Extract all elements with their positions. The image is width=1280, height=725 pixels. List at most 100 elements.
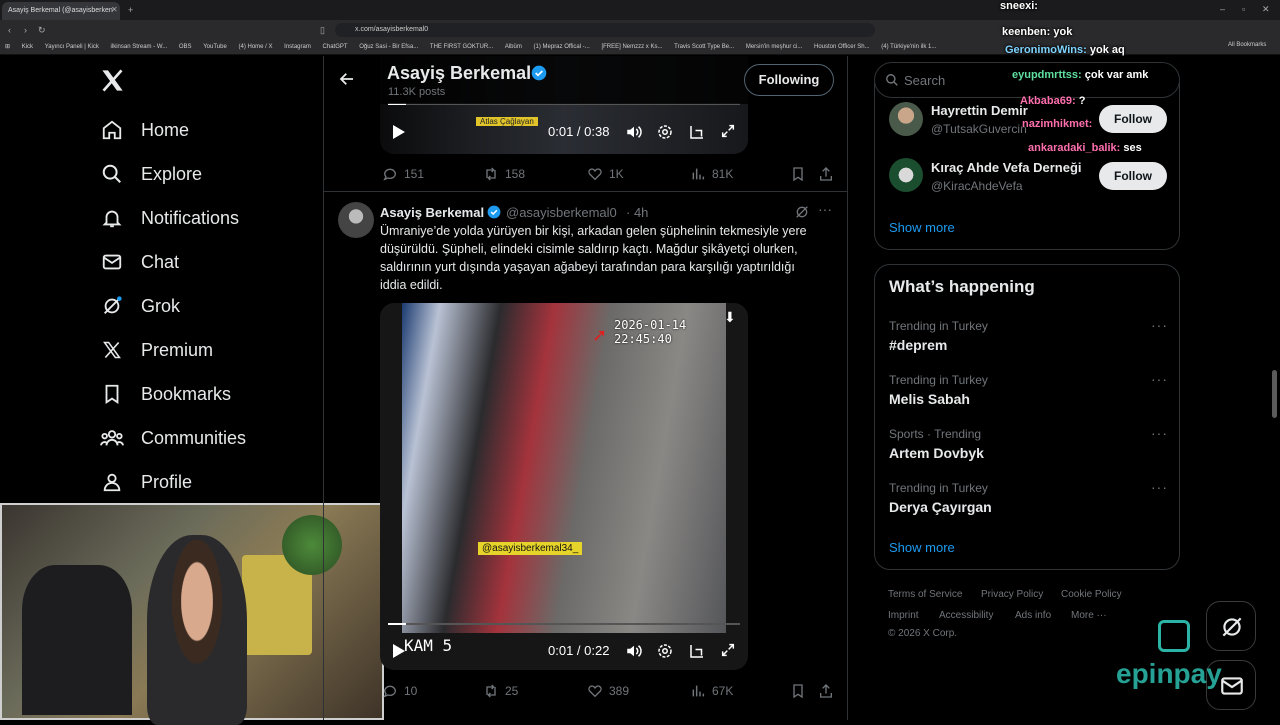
more-options-icon[interactable]: ··· bbox=[818, 201, 832, 217]
pip-icon[interactable] bbox=[688, 642, 706, 663]
trend-item[interactable]: Sports · Trending Artem Dovbyk bbox=[889, 427, 1159, 461]
settings-icon[interactable] bbox=[656, 123, 674, 144]
play-icon[interactable] bbox=[392, 124, 406, 143]
nav-bookmarks[interactable]: Bookmarks bbox=[100, 380, 231, 408]
bookmark-item[interactable]: ilkinsan Stream - W... bbox=[111, 40, 168, 54]
url-input[interactable]: x.com/asayisberkemal0 bbox=[335, 23, 875, 37]
browser-tab[interactable]: Asayiş Berkemal (@asayisberken bbox=[2, 2, 120, 20]
bookmark-item[interactable]: Houston Officer Sh... bbox=[814, 40, 870, 54]
share-icon[interactable] bbox=[818, 166, 834, 187]
bookmark-item[interactable]: (1) Mepraz Offical -... bbox=[534, 40, 590, 54]
bookmark-item[interactable]: ChatGPT bbox=[323, 40, 348, 54]
scrollbar-thumb[interactable] bbox=[1272, 370, 1277, 418]
user-name[interactable]: Hayrettin Demir bbox=[931, 103, 1028, 118]
bookmark-item[interactable]: Travis Scott Type Be... bbox=[674, 40, 734, 54]
avatar[interactable] bbox=[889, 102, 923, 136]
reply-button[interactable]: 151 bbox=[382, 166, 424, 182]
follow-button[interactable]: Follow bbox=[1099, 105, 1167, 133]
bookmark-icon[interactable] bbox=[790, 166, 806, 187]
nav-grok[interactable]: Grok bbox=[100, 292, 180, 320]
bookmark-item[interactable]: Albüm bbox=[505, 40, 522, 54]
avatar[interactable] bbox=[889, 158, 923, 192]
grok-float-button[interactable] bbox=[1206, 601, 1256, 651]
user-handle[interactable]: @TutsakGuvercin bbox=[931, 122, 1027, 136]
show-more-link[interactable]: Show more bbox=[889, 540, 955, 555]
following-button[interactable]: Following bbox=[744, 64, 834, 96]
nav-profile[interactable]: Profile bbox=[100, 468, 192, 496]
avatar[interactable] bbox=[338, 202, 374, 238]
settings-icon[interactable] bbox=[656, 642, 674, 663]
volume-icon[interactable] bbox=[625, 642, 643, 663]
video-player[interactable]: 2026-01-14 22:45:40 ➚ @asayisberkemal34_… bbox=[380, 303, 748, 670]
back-icon[interactable]: ‹ bbox=[8, 23, 11, 37]
share-icon[interactable] bbox=[818, 683, 834, 704]
views-button[interactable]: 81K bbox=[690, 166, 733, 182]
apps-icon[interactable]: ⊞ bbox=[5, 40, 10, 54]
more-options-icon[interactable]: ··· bbox=[1151, 317, 1168, 333]
play-icon[interactable] bbox=[392, 643, 406, 662]
reload-icon[interactable]: ↻ bbox=[38, 23, 46, 37]
sidebar-icon[interactable]: ▯ bbox=[320, 23, 325, 37]
tweet-time[interactable]: · 4h bbox=[626, 205, 648, 220]
footer-link[interactable]: More ··· bbox=[1071, 610, 1107, 621]
back-arrow-icon[interactable] bbox=[338, 70, 356, 93]
bookmark-item[interactable]: YouTube bbox=[203, 40, 227, 54]
bookmark-item[interactable]: (4) Türkiye'nin ilk 1... bbox=[881, 40, 936, 54]
all-bookmarks[interactable]: All Bookmarks bbox=[1228, 42, 1266, 48]
nav-communities[interactable]: Communities bbox=[100, 424, 246, 452]
bookmark-item[interactable]: OBS bbox=[179, 40, 192, 54]
video-progress-track[interactable] bbox=[388, 623, 740, 625]
repost-button[interactable]: 158 bbox=[483, 166, 525, 182]
footer-link[interactable]: Cookie Policy bbox=[1061, 589, 1122, 600]
forward-icon[interactable]: › bbox=[24, 23, 27, 37]
bookmark-item[interactable]: Mersin'in meşhur ci... bbox=[746, 40, 803, 54]
user-name[interactable]: Kıraç Ahde Vefa Derneği bbox=[931, 160, 1082, 175]
trend-item[interactable]: Trending in Turkey Derya Çayırgan bbox=[889, 481, 1159, 515]
nav-home[interactable]: Home bbox=[100, 116, 189, 144]
fullscreen-icon[interactable] bbox=[720, 123, 736, 142]
pip-icon[interactable] bbox=[688, 123, 706, 144]
footer-link[interactable]: Ads info bbox=[1015, 610, 1051, 621]
tweet-handle[interactable]: @asayisberkemal0 bbox=[506, 205, 617, 220]
maximize-icon[interactable]: ▫ bbox=[1242, 2, 1245, 16]
x-logo-icon[interactable] bbox=[99, 67, 126, 99]
nav-notifications[interactable]: Notifications bbox=[100, 204, 239, 232]
new-tab-icon[interactable]: + bbox=[128, 3, 133, 17]
bookmark-item[interactable]: Oğuz Sasi - Bir Efsa... bbox=[359, 40, 418, 54]
volume-icon[interactable] bbox=[625, 123, 643, 144]
show-more-link[interactable]: Show more bbox=[889, 220, 955, 235]
minimize-icon[interactable]: – bbox=[1220, 2, 1225, 16]
tweet-author-name[interactable]: Asayiş Berkemal bbox=[380, 205, 484, 220]
bookmark-icon[interactable] bbox=[790, 683, 806, 704]
user-handle[interactable]: @KiracAhdeVefa bbox=[931, 179, 1023, 193]
like-button[interactable]: 1K bbox=[587, 166, 624, 182]
nav-premium[interactable]: Premium bbox=[100, 336, 213, 364]
repost-button[interactable]: 25 bbox=[483, 683, 518, 699]
bookmark-item[interactable]: Kick bbox=[22, 40, 33, 54]
more-options-icon[interactable]: ··· bbox=[1151, 479, 1168, 495]
footer-link[interactable]: Imprint bbox=[888, 610, 919, 621]
like-button[interactable]: 389 bbox=[587, 683, 629, 699]
close-tab-icon[interactable]: ✕ bbox=[111, 3, 118, 17]
fullscreen-icon[interactable] bbox=[720, 642, 736, 661]
download-icon[interactable]: ⬇ bbox=[724, 309, 736, 326]
footer-link[interactable]: Privacy Policy bbox=[981, 589, 1043, 600]
more-options-icon[interactable]: ··· bbox=[1151, 371, 1168, 387]
bookmark-item[interactable]: THE FIRST GOKTUR... bbox=[430, 40, 493, 54]
bookmark-item[interactable]: [FREE] Nemzzz x Ks... bbox=[601, 40, 662, 54]
views-button[interactable]: 67K bbox=[690, 683, 733, 699]
footer-link[interactable]: Accessibility bbox=[939, 610, 993, 621]
bookmark-item[interactable]: Yayıncı Paneli | Kick bbox=[45, 40, 99, 54]
trend-item[interactable]: Trending in Turkey #deprem bbox=[889, 319, 1159, 353]
bookmark-item[interactable]: (4) Home / X bbox=[238, 40, 272, 54]
nav-explore[interactable]: Explore bbox=[100, 160, 202, 188]
more-options-icon[interactable]: ··· bbox=[1151, 425, 1168, 441]
reply-button[interactable]: 10 bbox=[382, 683, 417, 699]
footer-link[interactable]: Terms of Service bbox=[888, 589, 962, 600]
trend-item[interactable]: Trending in Turkey Melis Sabah bbox=[889, 373, 1159, 407]
who-to-follow-panel: Hayrettin Demir @TutsakGuvercin Follow K… bbox=[874, 82, 1180, 250]
bookmark-item[interactable]: Instagram bbox=[284, 40, 311, 54]
follow-button[interactable]: Follow bbox=[1099, 162, 1167, 190]
nav-chat[interactable]: Chat bbox=[100, 248, 179, 276]
close-window-icon[interactable]: ✕ bbox=[1262, 2, 1270, 16]
